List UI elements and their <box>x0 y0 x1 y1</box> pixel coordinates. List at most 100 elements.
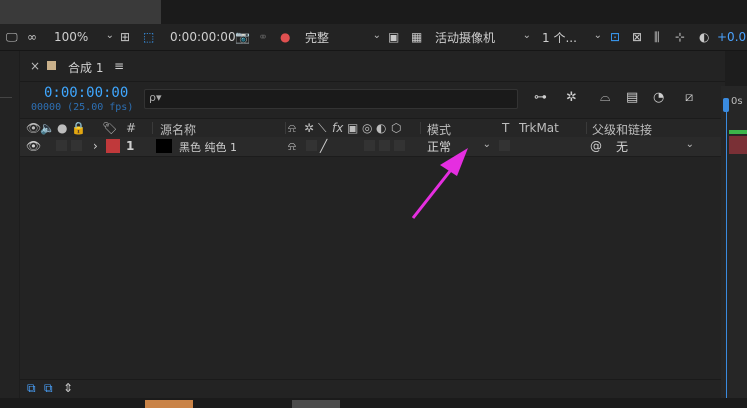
fast-preview-icon[interactable]: ▣ <box>388 24 399 50</box>
motion-blur-switch-icon[interactable]: ◎ <box>362 121 372 135</box>
chevron-down-icon: ⌄ <box>685 139 694 150</box>
top-strip <box>0 0 747 24</box>
layer-duration-bar[interactable] <box>729 136 747 154</box>
motion-blur-icon[interactable]: ◔ <box>653 90 664 105</box>
adjustment-layer-switch-icon[interactable]: ◐ <box>376 121 386 135</box>
column-divider <box>152 122 153 134</box>
chevron-down-icon: ⌄ <box>593 30 602 41</box>
solo-checkbox[interactable] <box>56 140 67 151</box>
graph-editor-icon[interactable]: ⧄ <box>685 90 693 105</box>
in-out-toggle-icon[interactable]: ⇕ <box>63 381 73 395</box>
zoom-dropdown[interactable]: 100% ⌄ <box>54 28 114 46</box>
preserve-transparency-checkbox[interactable] <box>499 140 510 151</box>
transparency-grid-icon[interactable]: ▦ <box>411 24 422 50</box>
collapse-switch-icon[interactable]: ✲ <box>304 121 314 135</box>
work-area-bar[interactable] <box>729 130 747 134</box>
frame-blending-icon[interactable]: ▤ <box>626 90 638 105</box>
adjustment-switch[interactable] <box>379 140 390 151</box>
orange-tab-block <box>145 400 193 408</box>
audio-icon[interactable]: 🔈 <box>40 121 55 135</box>
chevron-down-icon: ⌄ <box>105 30 114 41</box>
pick-whip-icon[interactable]: @ <box>590 139 602 153</box>
motion-blur-switch[interactable] <box>364 140 375 151</box>
layer-switches-toggle-icon[interactable]: ⧉ <box>27 381 36 396</box>
hide-shy-layers-icon[interactable]: ⌓ <box>600 90 610 105</box>
collapse-switch[interactable] <box>306 140 317 151</box>
snapshot-camera-icon[interactable]: 📷 <box>235 24 250 50</box>
search-icon: ρ▾ <box>149 91 162 104</box>
index-column-header[interactable]: # <box>126 121 136 135</box>
panel-body: 0:00:00:00 00000 (25.00 fps) ρ▾ ⊶ ✲ ⌓ ▤ … <box>20 82 725 398</box>
top-panel-area <box>0 0 161 24</box>
chevron-down-icon: ⌄ <box>372 30 381 41</box>
quality-switch-icon[interactable]: ⟍ <box>318 121 326 136</box>
tab-title[interactable]: 合成 1 <box>68 59 103 76</box>
current-time-indicator[interactable] <box>723 98 729 112</box>
draft-3d-icon[interactable]: ✲ <box>566 90 577 105</box>
current-time-display[interactable]: 0:00:00:00 <box>44 85 128 101</box>
panel-bottom-bar: ⧉ ⧉ ⇕ <box>20 379 725 399</box>
close-icon[interactable]: × <box>30 59 40 73</box>
lock-icon[interactable]: 🔒 <box>71 121 86 135</box>
color-channel-icon[interactable]: ● <box>280 24 290 50</box>
search-input[interactable]: ρ▾ <box>144 89 518 109</box>
timeline-ruler-area[interactable]: 0s <box>721 86 747 408</box>
chevron-down-icon: ⌄ <box>522 30 531 41</box>
quality-switch-icon[interactable]: ╱ <box>320 139 327 153</box>
views-dropdown[interactable]: 1 个... ⌄ <box>542 28 602 46</box>
pixel-aspect-icon[interactable]: ⊡ <box>610 24 620 50</box>
bottom-strip <box>0 398 747 408</box>
eye-icon[interactable]: 👁 <box>26 139 41 153</box>
mask-icon[interactable]: ∞ <box>27 24 37 50</box>
frame-blend-switch-icon[interactable]: ▣ <box>347 121 358 135</box>
viewer-timecode[interactable]: 0:00:00:00 <box>170 28 236 46</box>
3d-switch[interactable] <box>394 140 405 151</box>
preserve-transparency-column-header[interactable]: T <box>502 121 509 135</box>
time-ruler-label: 0s <box>731 96 743 107</box>
parent-dropdown[interactable]: 无 ⌄ <box>616 138 696 154</box>
reset-exposure-icon[interactable]: ⊠ <box>632 24 642 50</box>
eye-icon[interactable]: 👁 <box>26 121 41 135</box>
exposure-value[interactable]: +0.0 <box>717 24 746 50</box>
timeline-panel: × 合成 1 ≡ 0:00:00:00 00000 (25.00 fps) ρ▾… <box>20 51 725 399</box>
gray-tab-block <box>292 400 340 408</box>
mode-column-header[interactable]: 模式 <box>427 121 451 138</box>
chevron-right-icon[interactable]: › <box>93 139 98 153</box>
layer-row[interactable]: 👁 › 1 黑色 纯色 1 ⍾ ╱ 正常 ⌄ @ 无 ⌄ <box>20 137 725 157</box>
solid-thumbnail <box>156 139 172 153</box>
show-snapshot-icon[interactable]: ⚭ <box>258 24 268 50</box>
resolution-dropdown[interactable]: 完整 ⌄ <box>305 28 381 46</box>
camera-dropdown[interactable]: 活动摄像机 ⌄ <box>435 28 531 46</box>
timeline-icon[interactable]: ⫼ <box>654 24 660 50</box>
column-divider <box>586 122 587 134</box>
layer-name[interactable]: 黑色 纯色 1 <box>179 139 237 155</box>
left-gutter <box>0 51 19 408</box>
panel-menu-icon[interactable]: ≡ <box>114 59 124 73</box>
transfer-controls-toggle-icon[interactable]: ⧉ <box>44 381 53 396</box>
panel-tab[interactable]: × 合成 1 ≡ <box>20 51 725 82</box>
solo-icon[interactable]: ● <box>57 121 67 135</box>
trkmat-column-header[interactable]: TrkMat <box>519 121 559 135</box>
viewer-toolbar: 🖵 ∞ 100% ⌄ ⊞ ⬚ 0:00:00:00 📷 ⚭ ● 完整 ⌄ ▣ ▦ 活… <box>0 24 747 51</box>
shy-switch-icon[interactable]: ⍾ <box>288 139 296 154</box>
label-color-swatch[interactable] <box>106 139 120 153</box>
frame-rate-label: 00000 (25.00 fps) <box>31 102 134 113</box>
current-time-line <box>726 112 727 408</box>
effects-column-header[interactable]: fx <box>332 121 343 135</box>
composition-color-swatch <box>47 61 56 70</box>
region-of-interest-icon[interactable]: ⬚ <box>143 24 154 50</box>
source-name-column-header[interactable]: 源名称 <box>160 121 196 138</box>
3d-layer-switch-icon[interactable]: ⬡ <box>391 121 401 135</box>
flowchart-icon[interactable]: ⊹ <box>675 24 685 50</box>
composition-mini-flowchart-icon[interactable]: ⊶ <box>534 90 547 105</box>
exposure-icon[interactable]: ◐ <box>699 24 709 50</box>
monitor-icon[interactable]: 🖵 <box>6 24 18 50</box>
label-tag-icon[interactable]: 🏷 <box>102 121 117 135</box>
blend-mode-dropdown[interactable]: 正常 ⌄ <box>427 138 493 154</box>
lock-checkbox[interactable] <box>71 140 82 151</box>
layer-index: 1 <box>126 139 135 153</box>
fit-frame-icon[interactable]: ⊞ <box>120 24 130 50</box>
parent-column-header[interactable]: 父级和链接 <box>592 121 652 138</box>
shy-switch-icon[interactable]: ⍾ <box>288 121 296 136</box>
column-divider <box>285 122 286 134</box>
